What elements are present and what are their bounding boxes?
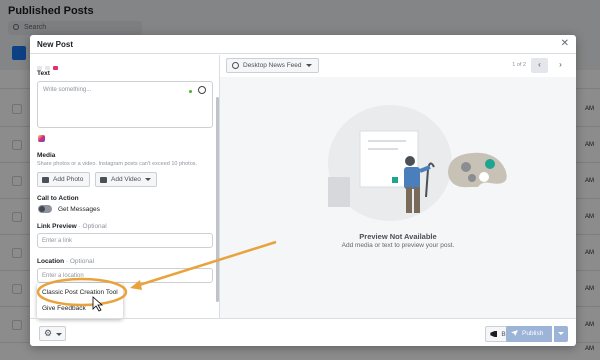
text-label: Text bbox=[37, 70, 50, 77]
chevron-down-icon bbox=[144, 177, 151, 181]
text-placeholder: Write something... bbox=[43, 87, 92, 93]
location-label: Location · Optional bbox=[37, 258, 95, 265]
preview-pager: 1 of 2 bbox=[512, 62, 526, 68]
chevron-down-icon bbox=[305, 63, 312, 67]
placement-label: Desktop News Feed bbox=[243, 62, 302, 69]
settings-menu: Classic Post Creation Tool Give Feedback bbox=[37, 283, 123, 319]
preview-toolbar: Desktop News Feed 1 of 2 ‹ › bbox=[220, 55, 576, 77]
location-input[interactable]: Enter a location bbox=[37, 268, 213, 283]
chevron-down-icon bbox=[558, 332, 564, 335]
media-hint: Share photos or a video. Instagram posts… bbox=[37, 161, 198, 167]
new-post-modal: New Post ✕ Text Write something... Media… bbox=[30, 35, 576, 346]
modal-title: New Post bbox=[37, 40, 74, 49]
chevron-down-icon bbox=[56, 333, 62, 336]
megaphone-icon bbox=[490, 331, 498, 337]
menu-item-give-feedback[interactable]: Give Feedback bbox=[42, 305, 86, 312]
video-icon bbox=[100, 177, 107, 183]
modal-header: New Post ✕ bbox=[30, 35, 576, 54]
preview-unavailable-subtitle: Add media or text to preview your post. bbox=[341, 242, 455, 249]
add-video-button[interactable]: Add Video bbox=[95, 172, 157, 187]
next-button[interactable]: › bbox=[552, 58, 569, 73]
placement-dropdown[interactable]: Desktop News Feed bbox=[226, 58, 319, 73]
account-icons bbox=[37, 57, 67, 70]
cta-label: Call to Action bbox=[37, 195, 79, 202]
paper-plane-icon bbox=[511, 330, 518, 336]
location-placeholder: Enter a location bbox=[42, 273, 84, 279]
publish-options-button[interactable] bbox=[553, 326, 568, 342]
publish-label: Publish bbox=[522, 330, 544, 337]
gear-icon: ⚙ bbox=[44, 328, 53, 338]
status-dot-icon bbox=[189, 90, 192, 93]
painter-illustration bbox=[328, 105, 507, 221]
globe-icon bbox=[232, 62, 239, 69]
prev-button[interactable]: ‹ bbox=[531, 58, 548, 73]
get-messages-toggle[interactable] bbox=[38, 205, 52, 213]
menu-item-classic-post-creation[interactable]: Classic Post Creation Tool bbox=[42, 289, 118, 296]
composer-panel: Text Write something... Media Share phot… bbox=[30, 55, 219, 318]
add-photo-label: Add Photo bbox=[53, 176, 84, 183]
get-messages-label: Get Messages bbox=[58, 206, 100, 213]
post-text-field[interactable]: Write something... bbox=[37, 81, 213, 128]
add-video-label: Add Video bbox=[111, 176, 141, 183]
instagram-icon[interactable] bbox=[38, 135, 45, 142]
toggle-knob bbox=[39, 206, 45, 212]
add-photo-button[interactable]: Add Photo bbox=[37, 172, 90, 187]
preview-unavailable-title: Preview Not Available bbox=[359, 232, 437, 241]
media-label: Media bbox=[37, 152, 56, 159]
emoji-icon[interactable] bbox=[198, 86, 206, 94]
settings-button[interactable]: ⚙ bbox=[39, 326, 66, 341]
photo-icon bbox=[42, 177, 49, 183]
link-placeholder: Enter a link bbox=[42, 238, 73, 244]
link-input[interactable]: Enter a link bbox=[37, 233, 213, 248]
close-icon[interactable]: ✕ bbox=[561, 38, 569, 49]
link-preview-label: Link Preview · Optional bbox=[37, 223, 107, 230]
publish-button[interactable]: Publish bbox=[506, 326, 552, 342]
modal-footer: ⚙ Boost Publish bbox=[30, 318, 576, 346]
preview-area: Preview Not Available Add media or text … bbox=[220, 77, 576, 318]
